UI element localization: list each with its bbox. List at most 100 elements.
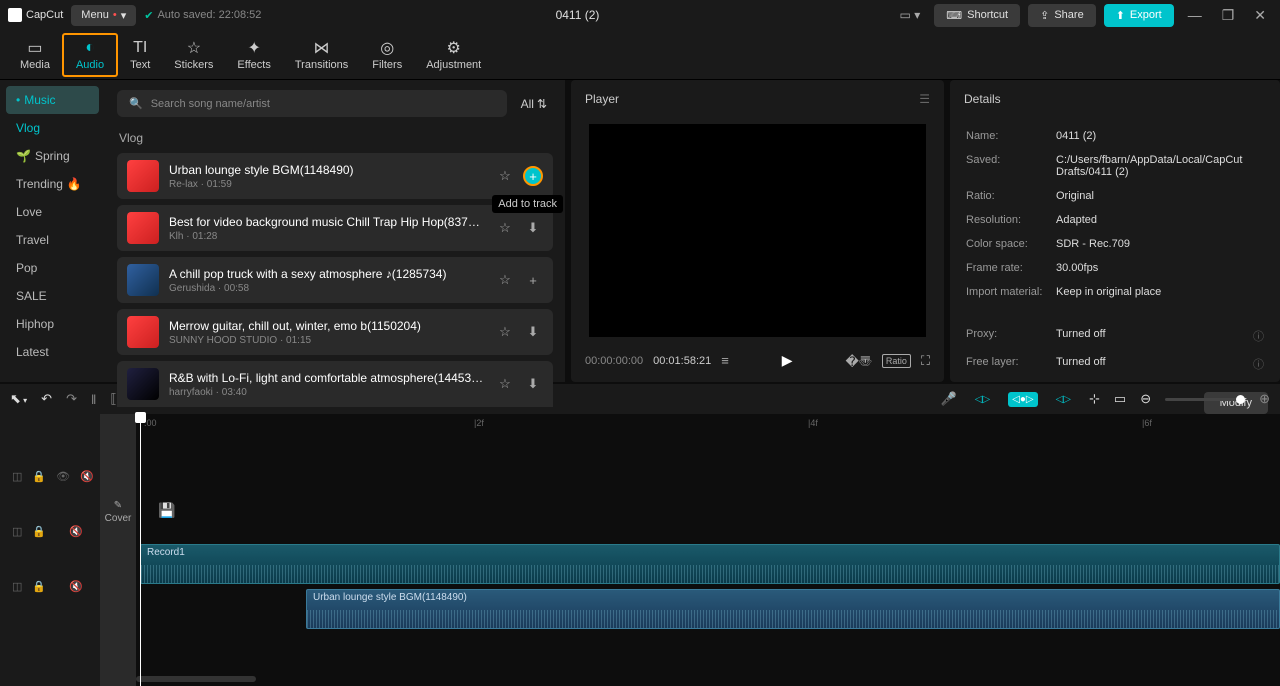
track-add-icon[interactable]: ◫ <box>12 580 22 593</box>
timeline-scrollbar[interactable] <box>136 676 256 682</box>
info-icon[interactable]: ⓘ <box>1253 328 1264 344</box>
track-mute-icon[interactable]: 🔇 <box>69 525 83 538</box>
song-item[interactable]: Urban lounge style BGM(1148490)Re-lax · … <box>117 153 553 199</box>
tab-filters[interactable]: ◎Filters <box>360 35 414 75</box>
undo-button[interactable]: ↶ <box>41 391 52 407</box>
tab-adjustment[interactable]: ⚙Adjustment <box>414 35 493 75</box>
duration-timecode: 00:01:58:21 <box>653 355 711 367</box>
tab-text[interactable]: TIText <box>118 35 162 75</box>
flame-icon: 🔥 <box>67 177 82 191</box>
info-icon[interactable]: ⓘ <box>1253 356 1264 372</box>
share-button[interactable]: ⇪Share <box>1028 4 1096 27</box>
favorite-button[interactable]: ☆ <box>495 166 515 186</box>
export-icon: ⬆ <box>1116 9 1125 22</box>
tab-audio[interactable]: ◐Audio <box>62 33 118 77</box>
ratio-button[interactable]: Ratio <box>882 354 911 368</box>
selection-tool[interactable]: ⬉ <box>10 391 27 407</box>
sidebar-item-trending[interactable]: Trending🔥 <box>6 170 99 198</box>
magnet-center[interactable]: ◁●▷ <box>1008 392 1037 407</box>
minimize-button[interactable]: — <box>1182 3 1208 27</box>
redo-button[interactable]: ↷ <box>66 391 77 407</box>
song-list-panel: 🔍Search song name/artist All ⇅ Vlog Urba… <box>105 80 565 382</box>
sidebar-item-sale[interactable]: SALE <box>6 282 99 310</box>
align-tool[interactable]: ⊹ <box>1089 391 1100 407</box>
audio-category-sidebar: •Music Vlog 🌱Spring Trending🔥 Love Trave… <box>0 80 105 382</box>
transitions-icon: ⋈ <box>314 39 330 57</box>
layout-selector[interactable]: ▭ ▾ <box>894 5 927 25</box>
export-button[interactable]: ⬆Export <box>1104 4 1174 27</box>
title-bar: CapCut Menu•▾ ✔ Auto saved: 22:08:52 041… <box>0 0 1280 30</box>
shortcut-button[interactable]: ⌨Shortcut <box>934 4 1020 27</box>
song-thumbnail <box>127 264 159 296</box>
track-add-icon[interactable]: ◫ <box>12 525 22 538</box>
song-meta: Klh · 01:28 <box>169 231 485 242</box>
track-lock-icon[interactable]: 🔒 <box>32 470 46 483</box>
download-button[interactable]: ⬇ <box>523 322 543 342</box>
fullscreen-icon[interactable]: ⛶ <box>921 353 930 369</box>
save-track-icon[interactable]: 💾 <box>158 502 175 519</box>
download-button[interactable]: ⬇ <box>523 218 543 238</box>
zoom-slider[interactable] <box>1165 398 1245 401</box>
filters-icon: ◎ <box>380 39 394 57</box>
tab-transitions[interactable]: ⋈Transitions <box>283 35 360 75</box>
sidebar-item-vlog[interactable]: Vlog <box>6 114 99 142</box>
playhead[interactable] <box>140 414 141 686</box>
split-tool[interactable]: ‖ <box>91 392 96 407</box>
clip-bgm[interactable]: Urban lounge style BGM(1148490) <box>306 589 1280 629</box>
favorite-button[interactable]: ☆ <box>495 218 515 238</box>
sidebar-item-latest[interactable]: Latest <box>6 338 99 366</box>
detail-value: Turned off <box>1056 328 1253 344</box>
search-input[interactable]: 🔍Search song name/artist <box>117 90 507 117</box>
add-to-track-button[interactable]: + <box>523 166 543 186</box>
track-lock-icon[interactable]: 🔒 <box>32 580 46 593</box>
song-item[interactable]: Best for video background music Chill Tr… <box>117 205 553 251</box>
player-canvas[interactable] <box>589 124 926 337</box>
favorite-button[interactable]: ☆ <box>495 322 515 342</box>
song-item[interactable]: R&B with Lo-Fi, light and comfortable at… <box>117 361 553 407</box>
song-item[interactable]: Merrow guitar, chill out, winter, emo b(… <box>117 309 553 355</box>
zoom-out-button[interactable]: ⊖ <box>1140 391 1151 407</box>
menu-button[interactable]: Menu•▾ <box>71 5 136 26</box>
ruler-tick: |4f <box>808 418 818 428</box>
details-panel: Details Name:0411 (2) Saved:C:/Users/fba… <box>950 80 1280 382</box>
play-button[interactable]: ▶ <box>782 352 793 369</box>
logo-icon <box>8 8 22 22</box>
magnet-right[interactable]: ◁▷ <box>1052 392 1075 407</box>
list-icon[interactable]: ≡ <box>721 353 729 368</box>
preview-tool[interactable]: ▭ <box>1114 391 1126 407</box>
tab-stickers[interactable]: ☆Stickers <box>162 35 225 75</box>
player-menu-icon[interactable]: ☰ <box>919 92 930 106</box>
mic-button[interactable]: 🎤 <box>941 391 957 407</box>
filter-icon: ⇅ <box>537 97 547 111</box>
tab-effects[interactable]: ✦Effects <box>225 35 282 75</box>
zoom-in-button[interactable]: ⊕ <box>1259 391 1270 407</box>
download-button[interactable]: ⬇ <box>523 374 543 394</box>
track-eye-icon[interactable]: 👁 <box>56 470 70 483</box>
close-button[interactable]: ✕ <box>1248 3 1272 28</box>
favorite-button[interactable]: ☆ <box>495 374 515 394</box>
timeline-ruler[interactable]: :00 |2f |4f |6f <box>136 414 1280 434</box>
sidebar-item-pop[interactable]: Pop <box>6 254 99 282</box>
sidebar-item-music[interactable]: •Music <box>6 86 99 114</box>
filter-button[interactable]: All ⇅ <box>515 93 553 115</box>
clip-record[interactable]: Record1 <box>140 544 1280 584</box>
magnet-left[interactable]: ◁▷ <box>971 392 994 407</box>
sidebar-item-hiphop[interactable]: Hiphop <box>6 310 99 338</box>
cover-button[interactable]: ✎Cover <box>105 500 132 524</box>
maximize-button[interactable]: ❐ <box>1216 3 1241 28</box>
sidebar-item-travel[interactable]: Travel <box>6 226 99 254</box>
track-mute-icon[interactable]: 🔇 <box>80 470 94 483</box>
sidebar-item-love[interactable]: Love <box>6 198 99 226</box>
trim-left-tool[interactable]: ⟦ <box>110 391 116 407</box>
add-button[interactable]: + <box>523 270 543 290</box>
sidebar-item-spring[interactable]: 🌱Spring <box>6 142 99 170</box>
track-lock-icon[interactable]: 🔒 <box>32 525 46 538</box>
song-item[interactable]: A chill pop truck with a sexy atmosphere… <box>117 257 553 303</box>
tab-media[interactable]: ▭Media <box>8 35 62 75</box>
snapshot-icon[interactable]: �〠 <box>846 351 872 370</box>
detail-value: Turned off <box>1056 356 1253 372</box>
timeline-tracks[interactable]: :00 |2f |4f |6f 💾 Record1 Urban lounge s… <box>136 414 1280 686</box>
track-add-icon[interactable]: ◫ <box>12 470 22 483</box>
favorite-button[interactable]: ☆ <box>495 270 515 290</box>
track-mute-icon[interactable]: 🔇 <box>69 580 83 593</box>
